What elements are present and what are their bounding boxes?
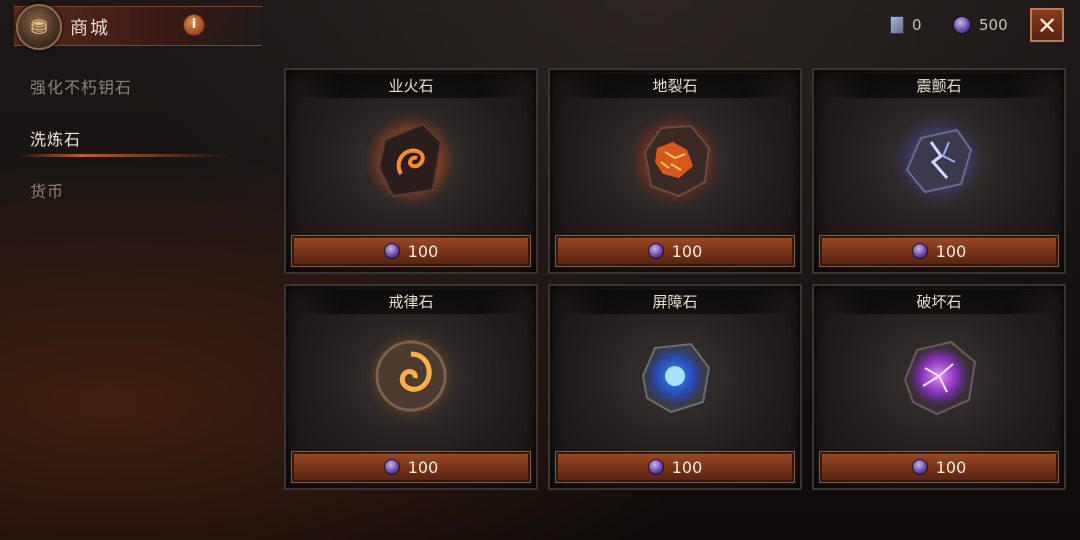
shop-item-card[interactable]: 业火石 100: [284, 68, 538, 274]
destruction-stone-icon: [903, 340, 977, 416]
ticket-currency: 0: [890, 16, 922, 34]
sidebar-item-currency[interactable]: 货币: [0, 170, 260, 222]
item-name: 戒律石: [292, 290, 530, 314]
buy-button[interactable]: 100: [555, 451, 795, 483]
item-price: 100: [407, 457, 439, 477]
item-price: 100: [407, 241, 439, 261]
top-bar: ⛃ 商城 i 0 500 ✕: [0, 0, 1080, 52]
item-price: 100: [671, 241, 703, 261]
purple-gem-icon: [647, 243, 664, 259]
buy-button[interactable]: 100: [291, 451, 531, 483]
item-name: 震颤石: [820, 74, 1058, 98]
gem-currency: 500: [953, 16, 1008, 34]
item-price: 100: [671, 457, 703, 477]
shop-item-card[interactable]: 戒律石 100: [284, 284, 538, 490]
ticket-count: 0: [912, 16, 922, 34]
purple-gem-icon: [953, 16, 971, 34]
lightning-stone-icon: [893, 114, 985, 206]
item-name: 业火石: [292, 74, 530, 98]
buy-button[interactable]: 100: [819, 451, 1059, 483]
shop-grid: 业火石 100 地裂石 100 震颤石 100 戒律石 100 屏障石 100 …: [284, 68, 1074, 492]
sidebar-item-reforge-stone[interactable]: 洗炼石: [0, 118, 260, 170]
shop-item-card[interactable]: 地裂石 100: [548, 68, 802, 274]
purple-gem-icon: [911, 243, 928, 259]
spiral-stone-icon: [365, 330, 457, 422]
shop-item-card[interactable]: 震颤石 100: [812, 68, 1066, 274]
ticket-icon: [890, 16, 904, 34]
buy-button[interactable]: 100: [291, 235, 531, 267]
purple-gem-icon: [647, 459, 664, 475]
page-title: 商城: [70, 18, 110, 39]
item-price: 100: [935, 457, 967, 477]
purple-gem-icon: [911, 459, 928, 475]
item-name: 破坏石: [820, 290, 1058, 314]
item-price: 100: [935, 241, 967, 261]
fire-stone-icon: [365, 114, 457, 206]
buy-button[interactable]: 100: [555, 235, 795, 267]
purple-gem-icon: [383, 459, 400, 475]
category-sidebar: 强化不朽钥石 洗炼石 货币: [0, 66, 260, 222]
coin-pouch-icon: ⛃: [16, 4, 62, 50]
barrier-stone-icon: [641, 342, 711, 414]
gem-count: 500: [979, 16, 1008, 34]
shop-item-card[interactable]: 破坏石 100: [812, 284, 1066, 490]
purple-gem-icon: [383, 243, 400, 259]
buy-button[interactable]: 100: [819, 235, 1059, 267]
info-button[interactable]: i: [183, 14, 205, 36]
sidebar-item-immortal-keystone[interactable]: 强化不朽钥石: [0, 66, 260, 118]
item-name: 地裂石: [556, 74, 794, 98]
item-name: 屏障石: [556, 290, 794, 314]
lava-stone-icon: [629, 114, 721, 206]
shop-item-card[interactable]: 屏障石 100: [548, 284, 802, 490]
close-button[interactable]: ✕: [1030, 8, 1064, 42]
